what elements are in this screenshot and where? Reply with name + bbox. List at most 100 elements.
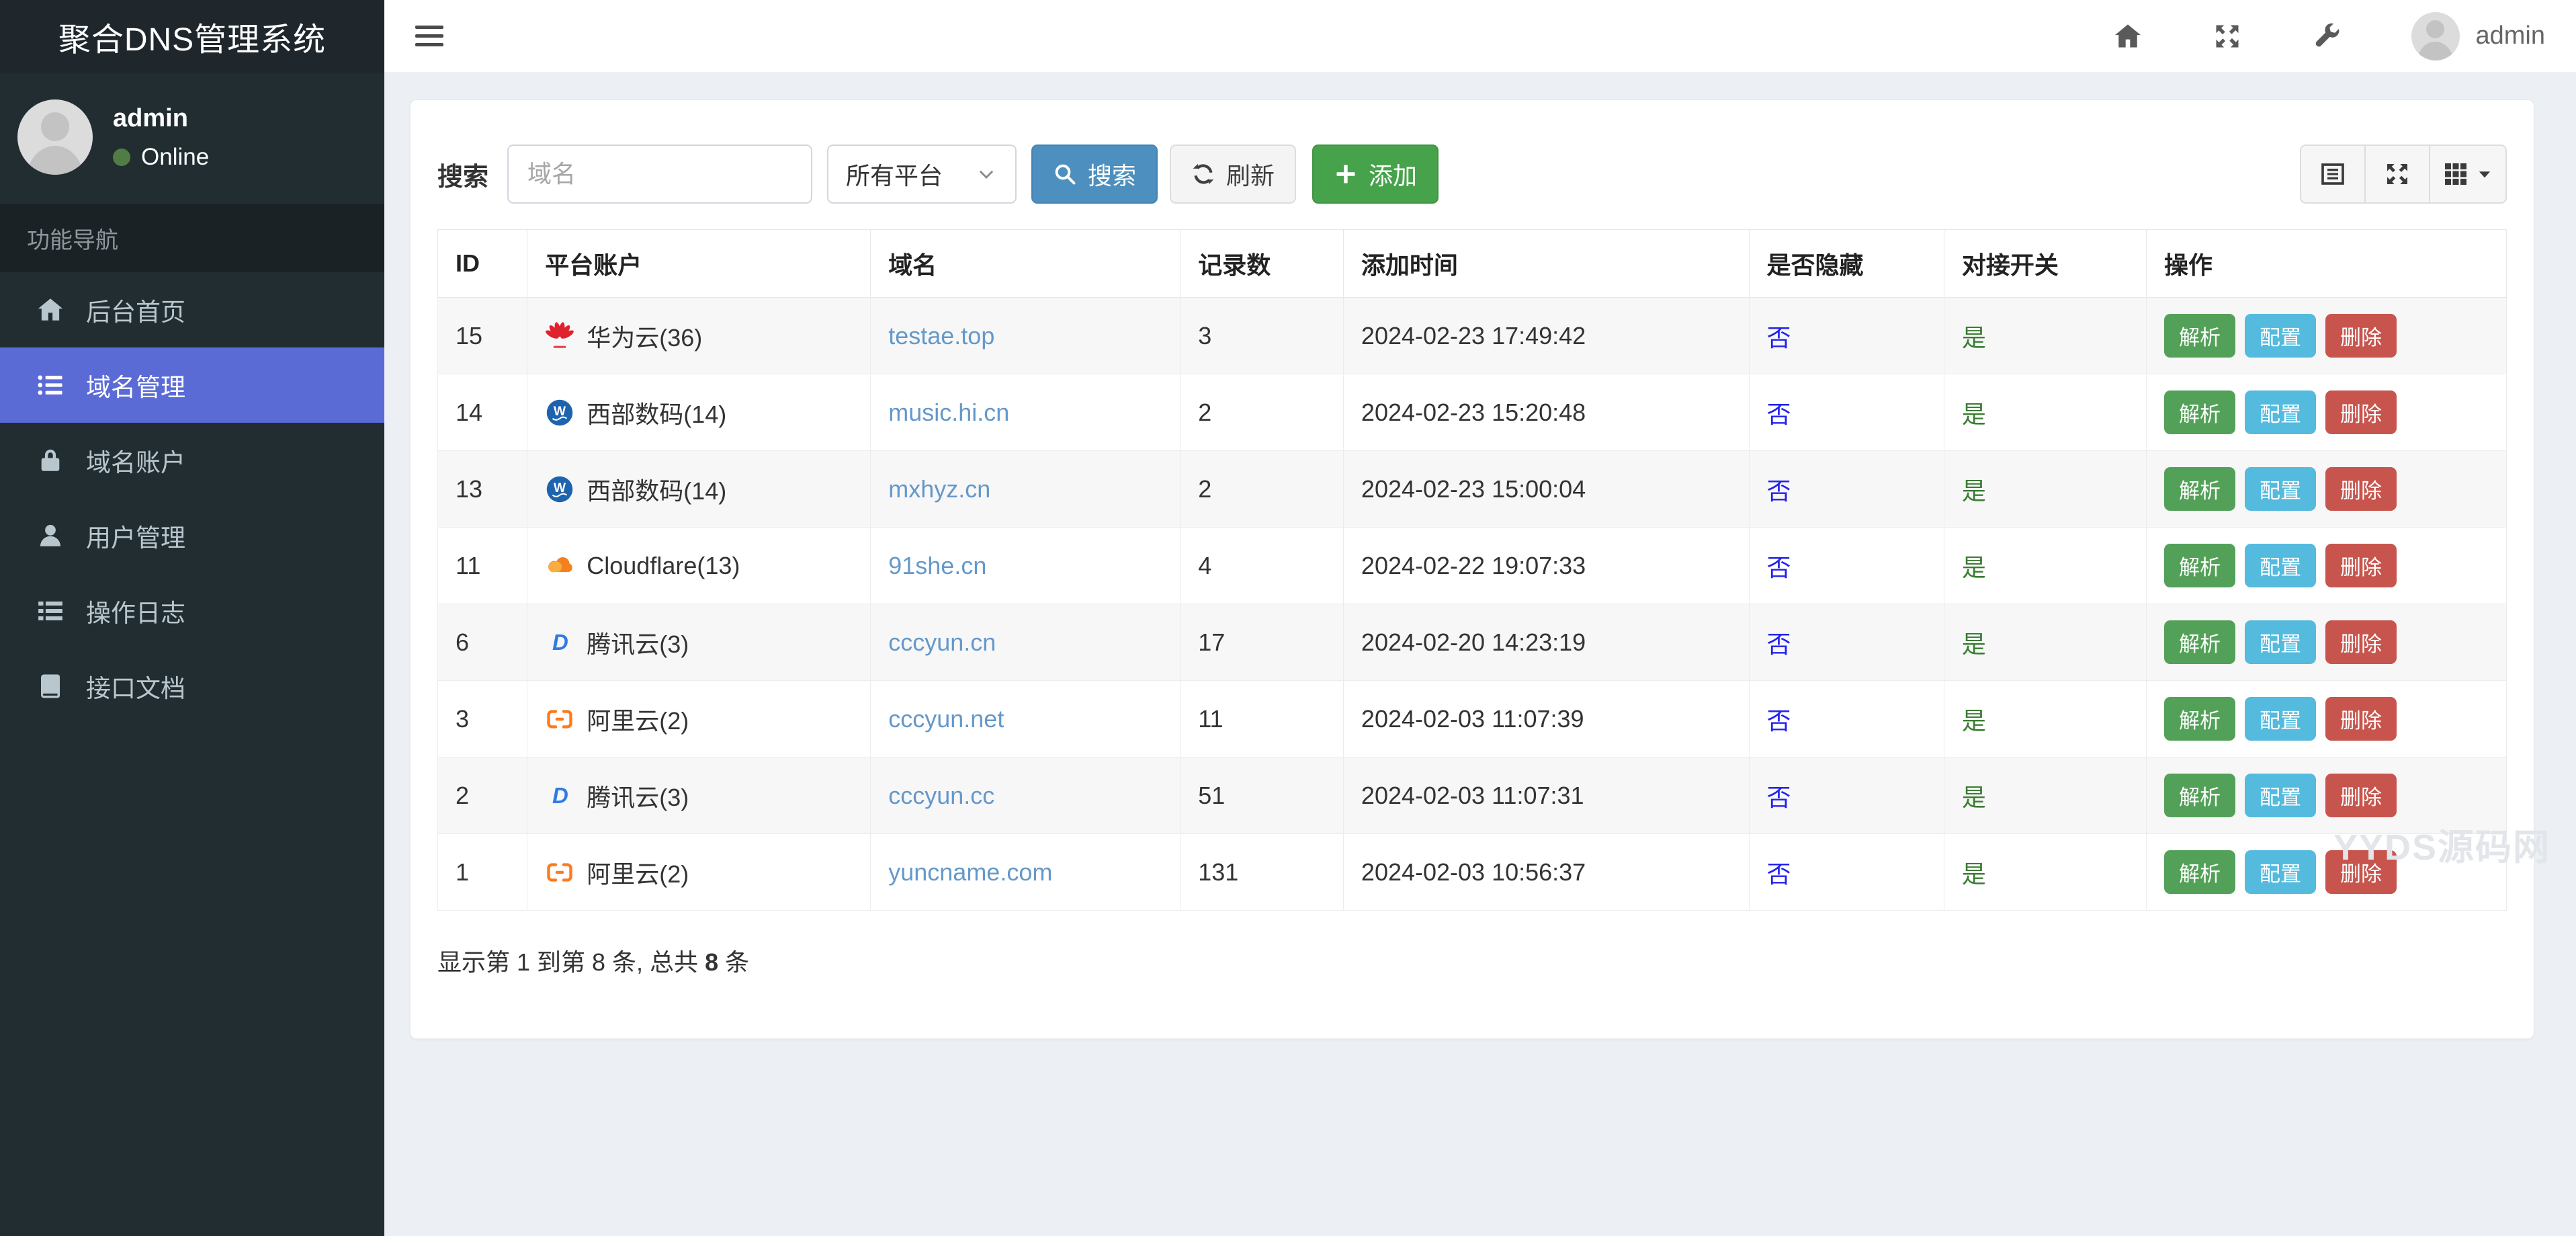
switch-toggle-link[interactable]: 是 (1962, 630, 1986, 658)
cell-switch: 是 (1943, 680, 2147, 757)
hidden-toggle-link[interactable]: 否 (1767, 784, 1791, 811)
table-row: 6 D 腾讯云(3) cccyun.cn 17 2024-02-20 14:23:19 否 是… (437, 604, 2507, 681)
action-info-button[interactable]: 配置 (2245, 544, 2317, 587)
hidden-toggle-link[interactable]: 否 (1767, 630, 1791, 658)
sidebar-user-panel: admin Online (0, 73, 384, 204)
cell-id: 14 (437, 374, 528, 451)
action-info-button[interactable]: 配置 (2245, 467, 2317, 511)
hidden-toggle-link[interactable]: 否 (1767, 324, 1791, 352)
action-success-button[interactable]: 解析 (2164, 774, 2236, 817)
action-danger-button[interactable]: 删除 (2325, 697, 2397, 741)
sidebar-user-name: admin (113, 104, 188, 132)
cell-switch: 是 (1943, 757, 2147, 834)
action-danger-button[interactable]: 删除 (2325, 390, 2397, 434)
action-danger-button[interactable]: 删除 (2325, 544, 2397, 587)
action-info-button[interactable]: 配置 (2245, 390, 2317, 434)
cell-records: 11 (1180, 680, 1344, 757)
topbar-fullscreen-button[interactable] (2213, 22, 2242, 51)
hidden-toggle-link[interactable]: 否 (1767, 477, 1791, 505)
add-button[interactable]: 添加 (1312, 145, 1439, 204)
platform-select[interactable]: 所有平台 (827, 145, 1017, 204)
domain-link[interactable]: 91she.cn (888, 552, 986, 579)
action-success-button[interactable]: 解析 (2164, 314, 2236, 358)
switch-toggle-link[interactable]: 是 (1962, 860, 1986, 888)
action-danger-button[interactable]: 删除 (2325, 314, 2397, 358)
hidden-toggle-link[interactable]: 否 (1767, 554, 1791, 581)
cell-actions: 解析 配置 删除 (2146, 680, 2507, 757)
action-success-button[interactable]: 解析 (2164, 467, 2236, 511)
action-info-button[interactable]: 配置 (2245, 697, 2317, 741)
sidebar-item-label: 接口文档 (86, 675, 185, 702)
action-info-button[interactable]: 配置 (2245, 314, 2317, 358)
action-success-button[interactable]: 解析 (2164, 544, 2236, 587)
sidebar-item-user-management[interactable]: 用户管理 (0, 498, 384, 573)
cell-records: 17 (1180, 604, 1344, 681)
action-success-button[interactable]: 解析 (2164, 697, 2236, 741)
action-info-button[interactable]: 配置 (2245, 774, 2317, 817)
topbar-user-menu[interactable]: admin (2411, 11, 2545, 60)
fullscreen-table-button[interactable] (2364, 145, 2430, 204)
avatar (17, 99, 93, 175)
huawei-logo-icon (545, 321, 574, 351)
sidebar-item-domain-accounts[interactable]: 域名账户 (0, 423, 384, 498)
cell-id: 1 (437, 833, 528, 911)
domain-link[interactable]: cccyun.cc (888, 782, 994, 809)
column-header: 平台账户 (527, 229, 871, 298)
switch-toggle-link[interactable]: 是 (1962, 707, 1986, 735)
domain-link[interactable]: testae.top (888, 322, 994, 349)
arrows-icon (2384, 161, 2411, 188)
switch-toggle-link[interactable]: 是 (1962, 401, 1986, 428)
switch-toggle-link[interactable]: 是 (1962, 477, 1986, 505)
user-icon (36, 522, 65, 550)
search-input[interactable] (507, 145, 813, 204)
action-success-button[interactable]: 解析 (2164, 850, 2236, 894)
domain-link[interactable]: yuncname.com (888, 858, 1052, 886)
cell-domain: cccyun.cc (870, 757, 1181, 834)
sidebar-item-domain-management[interactable]: 域名管理 (0, 347, 384, 423)
sidebar-item-label: 域名管理 (86, 374, 185, 401)
switch-toggle-link[interactable]: 是 (1962, 324, 1986, 352)
switch-toggle-link[interactable]: 是 (1962, 784, 1986, 811)
sidebar-item-operation-logs[interactable]: 操作日志 (0, 573, 384, 649)
sidebar-item-dashboard[interactable]: 后台首页 (0, 272, 384, 347)
action-success-button[interactable]: 解析 (2164, 390, 2236, 434)
hidden-toggle-link[interactable]: 否 (1767, 860, 1791, 888)
cell-platform: 华为云(36) (527, 297, 871, 374)
sidebar-section-label: 功能导航 (0, 204, 384, 272)
action-danger-button[interactable]: 删除 (2325, 850, 2397, 894)
home-icon (36, 296, 65, 324)
search-label: 搜索 (437, 163, 489, 192)
sidebar-item-api-docs[interactable]: 接口文档 (0, 649, 384, 724)
domain-link[interactable]: mxhyz.cn (888, 475, 990, 503)
domain-link[interactable]: cccyun.cn (888, 628, 996, 656)
cell-added-time: 2024-02-03 11:07:39 (1342, 680, 1750, 757)
search-button[interactable]: 搜索 (1031, 145, 1158, 204)
table-row: 14 W 西部数码(14) music.hi.cn 2 2024-02-23 15:20:… (437, 374, 2507, 451)
action-success-button[interactable]: 解析 (2164, 620, 2236, 664)
action-danger-button[interactable]: 删除 (2325, 467, 2397, 511)
sidebar-item-label: 操作日志 (86, 600, 185, 627)
action-info-button[interactable]: 配置 (2245, 850, 2317, 894)
action-info-button[interactable]: 配置 (2245, 620, 2317, 664)
cell-hidden: 否 (1748, 680, 1944, 757)
platform-label: 阿里云(2) (587, 706, 689, 735)
cell-records: 3 (1180, 297, 1344, 374)
switch-toggle-link[interactable]: 是 (1962, 554, 1986, 581)
domain-link[interactable]: cccyun.net (888, 705, 1004, 733)
toggle-columns-pane-button[interactable] (2300, 145, 2366, 204)
hidden-toggle-link[interactable]: 否 (1767, 401, 1791, 428)
topbar-tools-button[interactable] (2312, 22, 2342, 51)
action-danger-button[interactable]: 删除 (2325, 620, 2397, 664)
topbar-home-button[interactable] (2113, 22, 2143, 51)
action-danger-button[interactable]: 删除 (2325, 774, 2397, 817)
cell-switch: 是 (1943, 833, 2147, 911)
refresh-button[interactable]: 刷新 (1170, 145, 1297, 204)
hidden-toggle-link[interactable]: 否 (1767, 707, 1791, 735)
column-header: 记录数 (1180, 229, 1344, 298)
cell-platform: W 西部数码(14) (527, 450, 871, 528)
domain-link[interactable]: music.hi.cn (888, 399, 1009, 426)
columns-dropdown-button[interactable] (2429, 145, 2507, 204)
content-area: 搜索 所有平台 搜索 刷新 (384, 73, 2576, 1236)
sidebar-toggle-icon[interactable] (410, 19, 449, 53)
online-dot-icon (113, 148, 130, 166)
